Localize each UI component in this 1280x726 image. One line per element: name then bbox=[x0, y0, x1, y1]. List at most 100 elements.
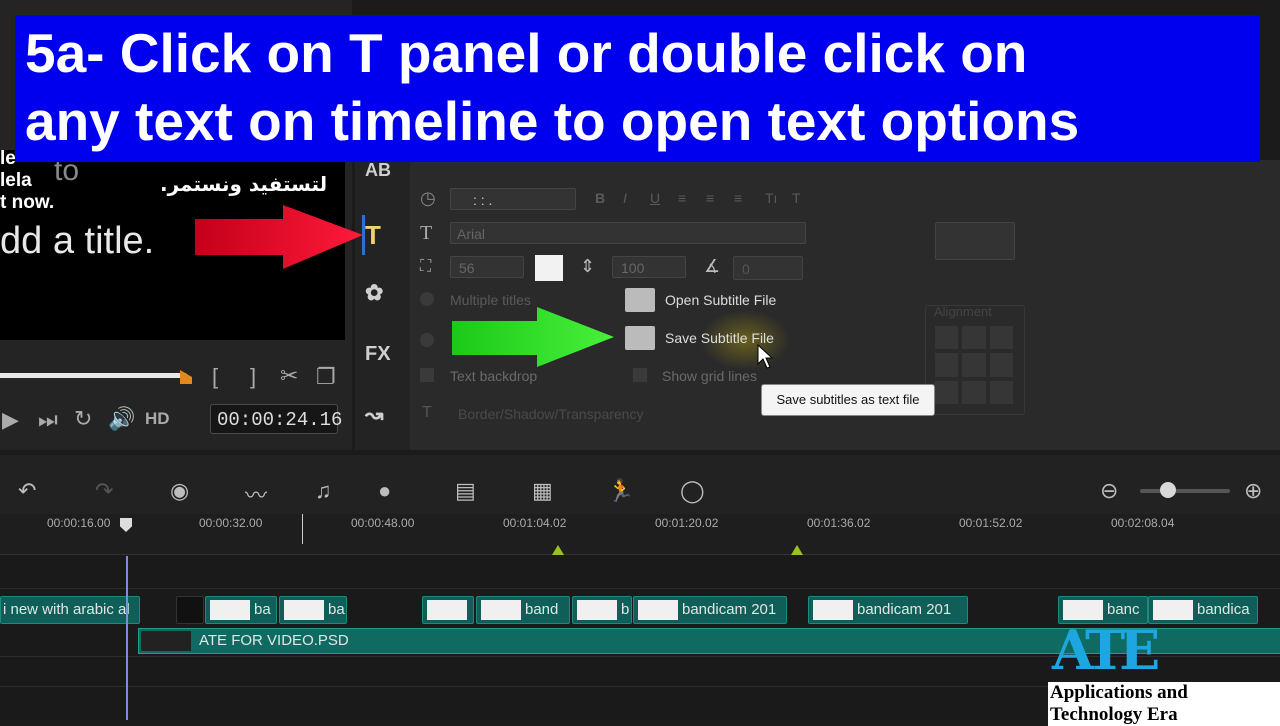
timeline-ruler[interactable] bbox=[0, 514, 1280, 555]
align-left-icon[interactable]: ≡ bbox=[678, 190, 686, 206]
zoom-slider-knob[interactable] bbox=[1160, 482, 1176, 498]
multi-camera-icon[interactable]: ▦ bbox=[532, 478, 553, 504]
motion-tracking-icon[interactable]: ● bbox=[378, 478, 391, 504]
align-middle-left[interactable] bbox=[935, 353, 959, 377]
align-top-center[interactable] bbox=[962, 326, 986, 350]
align-bottom-center[interactable] bbox=[962, 380, 986, 404]
timeline-clip[interactable] bbox=[176, 596, 204, 624]
timecode-field[interactable]: 00:00:24.16 bbox=[210, 404, 342, 434]
record-capture-icon[interactable]: ◉ bbox=[170, 478, 189, 504]
playhead-line[interactable] bbox=[126, 556, 128, 720]
save-subtitle-icon bbox=[625, 326, 655, 350]
save-subtitle-button[interactable]: Save Subtitle File bbox=[625, 326, 774, 350]
tab-fx[interactable]: FX bbox=[365, 343, 391, 366]
timeline-clip[interactable]: bandicam 201 bbox=[808, 596, 968, 624]
ate-logo: ATE bbox=[1052, 618, 1160, 682]
text-t-icon[interactable]: T bbox=[365, 220, 381, 251]
mark-in-icon[interactable]: [ bbox=[212, 364, 218, 390]
timeline-clip[interactable]: i new with arabic al bbox=[0, 596, 140, 624]
instruction-line-1: 5a- Click on T panel or double click on bbox=[25, 22, 1028, 84]
preview-title-text[interactable]: dd a title. bbox=[0, 220, 154, 263]
text-backdrop-label: Text backdrop bbox=[450, 368, 538, 384]
zoom-slider[interactable] bbox=[1140, 489, 1230, 493]
text-backdrop-checkbox[interactable] bbox=[420, 368, 434, 382]
timeline-clip[interactable]: bandica bbox=[1148, 596, 1258, 624]
audio-wave-icon[interactable]: 〰 bbox=[245, 478, 267, 510]
ruler-marker-line bbox=[302, 514, 303, 544]
open-subtitle-button[interactable]: Open Subtitle File bbox=[625, 288, 776, 312]
effects-icon[interactable]: ✿ bbox=[365, 280, 383, 306]
font-select[interactable]: Arial bbox=[450, 222, 806, 244]
timeline-clip[interactable]: b bbox=[572, 596, 632, 624]
line-spacing-select[interactable]: 100 bbox=[612, 256, 686, 278]
ruler-tick-label: 00:01:36.02 bbox=[807, 516, 871, 530]
repeat-icon[interactable]: ↻ bbox=[74, 406, 92, 432]
zoom-in-icon[interactable]: ⊕ bbox=[1244, 478, 1262, 504]
ruler-tick-label: 00:00:48.00 bbox=[351, 516, 415, 530]
border-shadow-icon[interactable]: T bbox=[422, 404, 432, 422]
undo-icon[interactable]: ↶ bbox=[18, 478, 36, 504]
alignment-label: Alignment bbox=[934, 304, 992, 319]
hd-toggle[interactable]: HD bbox=[145, 409, 170, 429]
font-color-swatch[interactable] bbox=[535, 255, 563, 281]
playback-progress-bar[interactable] bbox=[0, 373, 186, 378]
timeline-clip[interactable]: ba bbox=[205, 596, 277, 624]
zoom-out-icon[interactable]: ⊖ bbox=[1100, 478, 1118, 504]
ruler-tick-label: 00:01:04.02 bbox=[503, 516, 567, 530]
align-center[interactable] bbox=[962, 353, 986, 377]
tab-ab[interactable]: AB bbox=[365, 160, 391, 181]
align-top-right[interactable] bbox=[989, 326, 1013, 350]
clip-label: bandicam 201 bbox=[682, 601, 777, 618]
ruler-tick-label: 00:01:20.02 bbox=[655, 516, 719, 530]
align-bottom-right[interactable] bbox=[989, 380, 1013, 404]
mask-creator-icon[interactable]: ◯ bbox=[680, 478, 705, 504]
text-vertical-icon[interactable]: T bbox=[792, 190, 801, 206]
overlay-clip-label: ATE FOR VIDEO.PSD bbox=[199, 632, 349, 649]
align-center-icon[interactable]: ≡ bbox=[706, 190, 714, 206]
clip-label: ba bbox=[328, 601, 345, 618]
show-grid-checkbox[interactable] bbox=[633, 368, 647, 382]
angle-field[interactable]: 0 bbox=[733, 256, 803, 280]
redo-icon[interactable]: ↷ bbox=[95, 478, 113, 504]
ruler-tick-label: 00:00:32.00 bbox=[199, 516, 263, 530]
timeline-clip[interactable] bbox=[422, 596, 474, 624]
timeline-clip[interactable]: ba bbox=[279, 596, 347, 624]
volume-icon[interactable]: 🔊 bbox=[108, 406, 135, 432]
font-size-select[interactable]: 56 bbox=[450, 256, 524, 278]
timeline-clip[interactable]: bandicam 201 bbox=[633, 596, 787, 624]
italic-icon[interactable]: I bbox=[623, 190, 627, 206]
duration-field[interactable]: : : . bbox=[450, 188, 576, 210]
underline-icon[interactable]: U bbox=[650, 190, 660, 206]
next-frame-icon[interactable]: ⏭ bbox=[38, 407, 58, 433]
font-icon: T bbox=[420, 222, 433, 244]
track-divider bbox=[0, 588, 1280, 589]
time-remapping-icon[interactable]: 🏃 bbox=[607, 478, 634, 504]
align-middle-right[interactable] bbox=[989, 353, 1013, 377]
auto-music-icon[interactable]: ♫ bbox=[315, 478, 332, 504]
bold-icon[interactable]: B bbox=[595, 190, 605, 206]
align-bottom-left[interactable] bbox=[935, 380, 959, 404]
preview-snip-3: t now. bbox=[0, 192, 55, 213]
chapter-marker[interactable] bbox=[791, 545, 803, 555]
text-direction-icon[interactable]: Tı bbox=[765, 190, 777, 206]
single-title-radio[interactable] bbox=[420, 333, 434, 347]
font-size-icon: ⛶ bbox=[420, 258, 432, 275]
clip-label: banc bbox=[1107, 601, 1140, 618]
timeline-clip[interactable]: band bbox=[476, 596, 570, 624]
chapter-marker[interactable] bbox=[552, 545, 564, 555]
style-preset-dropdown[interactable] bbox=[935, 222, 1015, 260]
clip-label: b bbox=[621, 601, 630, 618]
copy-icon[interactable]: ❐ bbox=[316, 364, 336, 390]
align-top-left[interactable] bbox=[935, 326, 959, 350]
play-icon[interactable]: ▶ bbox=[2, 407, 19, 433]
clip-label: band bbox=[525, 601, 559, 618]
open-subtitle-icon bbox=[625, 288, 655, 312]
mark-out-icon[interactable]: ] bbox=[250, 364, 256, 390]
multiple-titles-radio[interactable] bbox=[420, 292, 434, 306]
align-right-icon[interactable]: ≡ bbox=[734, 190, 742, 206]
scissors-icon[interactable]: ✂ bbox=[280, 363, 298, 389]
motion-path-icon[interactable]: ↝ bbox=[365, 402, 383, 428]
subtitle-editor-icon[interactable]: ▤ bbox=[455, 478, 476, 504]
border-shadow-label[interactable]: Border/Shadow/Transparency bbox=[458, 406, 643, 422]
clip-label: bandica bbox=[1197, 601, 1250, 618]
